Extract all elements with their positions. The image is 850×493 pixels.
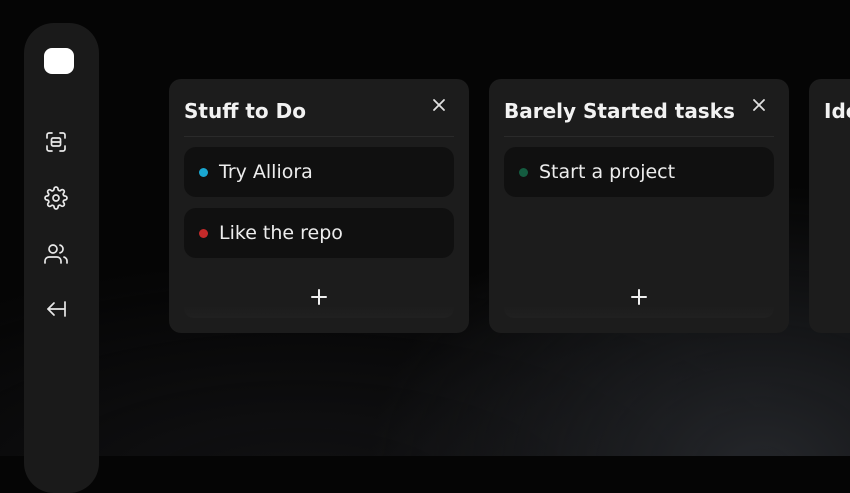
column-header: Barely Started tasks bbox=[504, 79, 774, 137]
sidebar bbox=[24, 23, 99, 493]
column-title: Stuff to Do bbox=[184, 99, 306, 123]
column-title: Barely Started tasks bbox=[504, 99, 735, 123]
gear-icon[interactable] bbox=[44, 186, 68, 210]
task-card[interactable]: Like the repo bbox=[184, 208, 454, 258]
column-header: Stuff to Do bbox=[184, 79, 454, 137]
column-barely-started-tasks: Barely Started tasks Start a project bbox=[489, 79, 789, 333]
plus-icon bbox=[311, 289, 327, 305]
column-title: Ide bbox=[824, 99, 850, 123]
app-logo[interactable] bbox=[44, 48, 74, 74]
column-stuff-to-do: Stuff to Do Try Alliora Like the repo bbox=[169, 79, 469, 333]
add-card-button[interactable] bbox=[504, 276, 774, 318]
task-label: Try Alliora bbox=[219, 161, 313, 183]
task-label: Start a project bbox=[539, 161, 676, 183]
status-dot bbox=[199, 228, 208, 238]
column-header: Ide bbox=[824, 79, 850, 136]
card-list: Start a project bbox=[504, 147, 774, 208]
users-icon[interactable] bbox=[44, 242, 68, 266]
add-card-button[interactable] bbox=[184, 276, 454, 318]
kanban-board: Stuff to Do Try Alliora Like the repo Ba… bbox=[169, 79, 850, 333]
status-dot bbox=[519, 167, 528, 177]
collapse-left-icon[interactable] bbox=[44, 297, 68, 321]
close-icon[interactable] bbox=[752, 97, 766, 111]
task-card[interactable]: Try Alliora bbox=[184, 147, 454, 197]
card-list: Try Alliora Like the repo bbox=[184, 147, 454, 269]
column-ideas-partial: Ide bbox=[809, 79, 850, 333]
plus-icon bbox=[631, 289, 647, 305]
task-card[interactable]: Start a project bbox=[504, 147, 774, 197]
scan-icon[interactable] bbox=[44, 130, 68, 154]
status-dot bbox=[199, 167, 208, 177]
close-icon[interactable] bbox=[432, 97, 446, 111]
task-label: Like the repo bbox=[219, 222, 343, 244]
